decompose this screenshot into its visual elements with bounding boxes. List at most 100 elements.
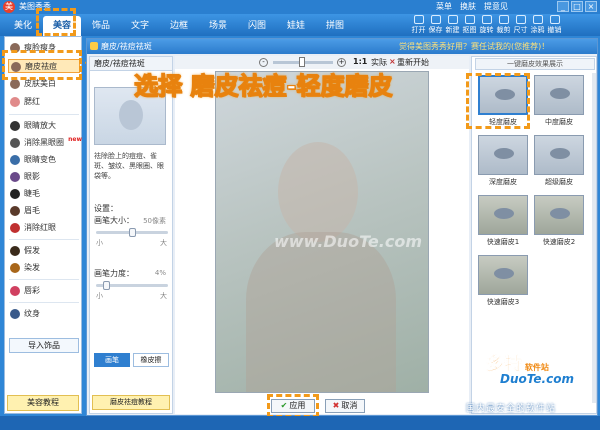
sidebar-item-label: 消除红眼 [24,223,56,232]
maximize-button[interactable]: □ [571,1,583,12]
sidebar-item-eyebrow[interactable]: 眉毛 [8,204,80,218]
menu-main[interactable]: 菜单 [436,1,452,12]
tab-collage[interactable]: 拼图 [316,16,354,36]
tab-frame[interactable]: 边框 [160,16,198,36]
tab-accessories[interactable]: 饰品 [82,16,120,36]
brush-strength-slider-handle[interactable] [102,281,110,290]
new-icon [447,15,458,24]
resize-button[interactable]: 尺寸 [512,15,529,35]
preset-thumbnail [534,195,584,235]
toolbar: 打开 保存 新建 抠图 旋转 裁剪 尺寸 涂鸦 撤销 [410,15,563,35]
sidebar-item-eyelash[interactable]: 睫毛 [8,187,80,201]
undo-button[interactable]: 撤销 [546,15,563,35]
window-controls: _ □ × [557,1,597,12]
zoom-ratio[interactable]: 1:1 [353,57,367,66]
tab-scene[interactable]: 场景 [199,16,237,36]
app-logo-icon: 美 [3,1,15,13]
sidebar-item-lip-color[interactable]: 唇彩 [8,284,80,298]
sidebar-item-label: 眼影 [24,172,40,181]
new-label: 新建 [445,26,460,34]
new-button[interactable]: 新建 [444,15,461,35]
brush-size-label: 画笔大小： [94,216,134,225]
sidebar-item-wig[interactable]: 假发 [8,244,80,258]
brush-strength-label: 画笔力度： [94,269,134,278]
sidebar-item-eye-color[interactable]: 眼睛变色 [8,153,80,167]
tab-flash[interactable]: 闪图 [238,16,276,36]
preset-quick-smooth-2[interactable]: 快速磨皮2 [534,195,584,247]
sidebar-item-eyeshadow[interactable]: 眼影 [8,170,80,184]
rotate-label: 旋转 [479,26,494,34]
brush-mode-button[interactable]: 画笔 [94,353,130,367]
minimize-button[interactable]: _ [557,1,569,12]
undo-label: 撤销 [547,26,562,34]
restart-button[interactable]: 重新开始 [397,57,429,68]
whiten-icon [10,78,20,89]
sidebar-divider [9,114,79,115]
preset-super-smooth[interactable]: 超级磨皮 [534,135,584,187]
brush-size-slider[interactable] [96,228,168,237]
highlight-box-sidebar [2,50,82,80]
preset-scrollbar[interactable] [592,73,596,403]
cutout-button[interactable]: 抠图 [461,15,478,35]
sidebar-item-eye-enlarge[interactable]: 眼睛放大 [8,119,80,133]
sidebar-item-label: 眉毛 [24,206,40,215]
preset-label: 超级磨皮 [545,178,573,186]
cutout-icon [464,15,475,24]
preset-medium-smooth[interactable]: 中度磨皮 [534,75,584,127]
crop-icon [498,15,509,24]
eraser-mode-button[interactable]: 橡皮擦 [133,353,169,367]
brush-size-max-label: 大 [160,239,167,247]
sidebar-item-label: 眼睛变色 [24,155,56,164]
brush-strength-slider[interactable] [96,281,168,290]
eyeshadow-icon [10,171,20,182]
main-tab-bar: 美化 美容 饰品 文字 边框 场景 闪图 娃娃 拼图 打开 保存 新建 抠图 旋… [0,14,600,36]
restart-icon: × [389,57,396,66]
sidebar-item-label: 腮红 [24,97,40,106]
photo-canvas[interactable]: www.DuoTe.com [215,71,429,393]
import-accessory-button[interactable]: 导入饰品 [9,338,79,353]
red-eye-icon [10,222,20,233]
cancel-button[interactable]: ✖ 取消 [325,399,365,413]
brush-size-min-label: 小 [96,239,103,247]
sidebar-item-label: 染发 [24,263,40,272]
dialog-promo-link[interactable]: 觉得美图秀秀好用？赛任试我的(您推荐)！ [399,39,549,54]
preset-label: 中度磨皮 [545,118,573,126]
tab-doll[interactable]: 娃娃 [277,16,315,36]
eye-icon [10,120,20,131]
resize-label: 尺寸 [513,26,528,34]
eyelash-icon [10,188,20,199]
brush-size-slider-handle[interactable] [128,228,136,237]
hair-dye-icon [10,262,20,273]
crop-label: 裁剪 [496,26,511,34]
save-label: 保存 [428,26,443,34]
sidebar-item-blush[interactable]: 腮红 [8,95,80,109]
rotate-button[interactable]: 旋转 [478,15,495,35]
photo-placeholder-shape [278,142,358,242]
preset-label: 快速磨皮1 [486,238,520,246]
preset-quick-smooth-1[interactable]: 快速磨皮1 [478,195,528,247]
sidebar-item-hair-dye[interactable]: 染发 [8,261,80,275]
tattoo-icon [10,308,20,319]
open-button[interactable]: 打开 [410,15,427,35]
skin-smooth-tutorial-button[interactable]: 磨皮祛痘教程 [92,395,170,410]
brush-strength-min-label: 小 [96,292,103,300]
close-button[interactable]: × [585,1,597,12]
preset-deep-smooth[interactable]: 深度磨皮 [478,135,528,187]
sidebar-item-tattoo[interactable]: 纹身 [8,307,80,321]
preset-quick-smooth-3[interactable]: 快速磨皮3 [478,255,528,307]
menu-skin[interactable]: 换肤 [460,1,476,12]
preset-thumbnail [478,255,528,295]
save-button[interactable]: 保存 [427,15,444,35]
sidebar-item-red-eye[interactable]: 消除红眼 [8,221,80,235]
sidebar-item-dark-circles[interactable]: 消除黑眼圈 new [8,136,82,150]
preset-label: 快速磨皮3 [486,298,520,306]
preset-label: 深度磨皮 [489,178,517,186]
menu-feedback[interactable]: 提意见 [484,1,508,12]
beauty-tutorial-button[interactable]: 美容教程 [7,395,79,411]
doodle-button[interactable]: 涂鸦 [529,15,546,35]
brush-strength-max-label: 大 [160,292,167,300]
sidebar-divider [9,279,79,280]
sidebar-divider [9,302,79,303]
tab-text[interactable]: 文字 [121,16,159,36]
crop-button[interactable]: 裁剪 [495,15,512,35]
